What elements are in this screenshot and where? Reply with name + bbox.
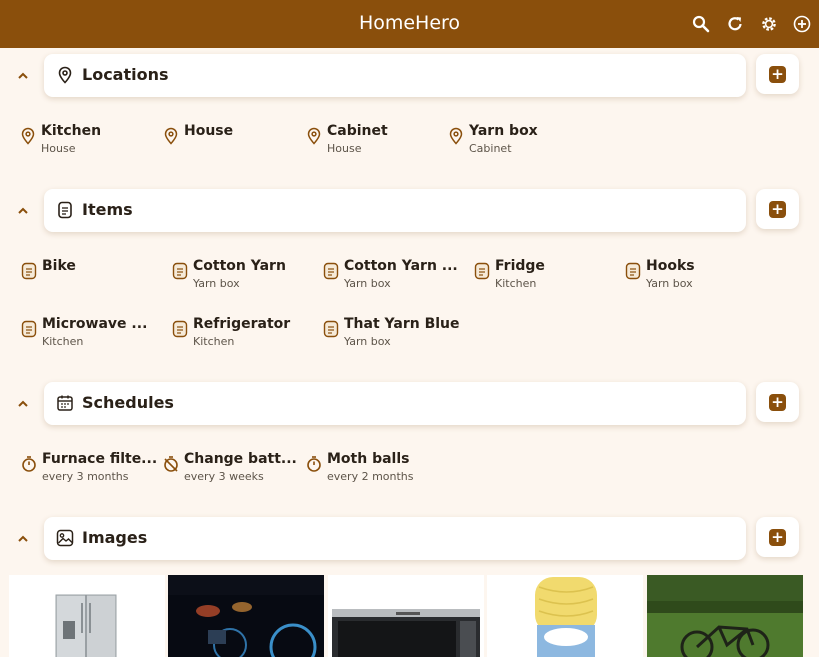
schedules-section-header: Schedules + [0, 382, 819, 426]
timer-icon [21, 455, 37, 473]
add-schedule-button[interactable]: + [756, 382, 799, 422]
entry-name: Fridge [495, 258, 545, 274]
entry-parent: Yarn box [193, 277, 240, 290]
entry-parent: Kitchen [193, 335, 235, 348]
section-title: Items [82, 200, 133, 219]
entry-parent: Kitchen [495, 277, 537, 290]
schedules-header-card[interactable]: Schedules [44, 382, 746, 425]
entry-name: Furnace filte... [42, 451, 158, 467]
locations-section-header: Locations + [0, 54, 819, 98]
location-pin-icon [163, 127, 179, 145]
refrigerator-photo[interactable] [9, 575, 165, 657]
add-location-button[interactable]: + [756, 54, 799, 94]
plus-icon: + [769, 394, 786, 411]
entry-name: Yarn box [469, 123, 538, 139]
items-header-card[interactable]: Items [44, 189, 746, 232]
section-title: Schedules [82, 393, 174, 412]
location-pin-icon [20, 127, 36, 145]
entry-name: Cotton Yarn [193, 258, 286, 274]
microwave-photo[interactable] [328, 575, 484, 657]
entry-name: Change batt... [184, 451, 297, 467]
image-icon [56, 529, 74, 547]
plus-icon: + [769, 529, 786, 546]
document-icon [56, 201, 74, 219]
entry-name: Microwave ... [42, 316, 148, 332]
add-image-button[interactable]: + [756, 517, 799, 557]
app-bar: HomeHero [0, 0, 819, 48]
section-title: Images [82, 528, 148, 547]
chevron-up-icon[interactable] [15, 203, 31, 219]
document-icon [474, 262, 490, 280]
entry-parent: Kitchen [42, 335, 84, 348]
location-pin-icon [56, 66, 74, 84]
items-section-header: Items + [0, 189, 819, 233]
timer-icon [306, 455, 322, 473]
chevron-up-icon[interactable] [15, 531, 31, 547]
document-icon [172, 262, 188, 280]
entry-parent: Yarn box [344, 277, 391, 290]
search-icon[interactable] [692, 15, 710, 33]
entry-name: That Yarn Blue [344, 316, 460, 332]
entry-name: Moth balls [327, 451, 410, 467]
document-icon [21, 320, 37, 338]
section-title: Locations [82, 65, 169, 84]
entry-parent: Cabinet [469, 142, 512, 155]
entry-name: Cotton Yarn ... [344, 258, 458, 274]
entry-name: Refrigerator [193, 316, 291, 332]
add-circle-icon[interactable] [793, 15, 811, 33]
document-icon [625, 262, 641, 280]
document-icon [323, 320, 339, 338]
add-item-button[interactable]: + [756, 189, 799, 229]
chevron-up-icon[interactable] [15, 68, 31, 84]
entry-name: Cabinet [327, 123, 388, 139]
document-icon [21, 262, 37, 280]
location-pin-icon [306, 127, 322, 145]
calendar-icon [56, 394, 74, 412]
location-pin-icon [448, 127, 464, 145]
entry-interval: every 3 weeks [184, 470, 264, 483]
yarn-ball-photo[interactable] [487, 575, 643, 657]
entry-name: Bike [42, 258, 76, 274]
entry-parent: House [41, 142, 76, 155]
timer-off-icon [163, 455, 179, 473]
images-header-card[interactable]: Images [44, 517, 746, 560]
chevron-up-icon[interactable] [15, 396, 31, 412]
entry-interval: every 3 months [42, 470, 129, 483]
entry-name: Hooks [646, 258, 695, 274]
bicycle-photo[interactable] [647, 575, 803, 657]
refresh-icon[interactable] [726, 15, 744, 33]
document-icon [172, 320, 188, 338]
document-icon [323, 262, 339, 280]
car-dashboard-photo[interactable] [168, 575, 324, 657]
entry-name: House [184, 123, 234, 139]
plus-icon: + [769, 201, 786, 218]
settings-icon[interactable] [760, 15, 778, 33]
entry-parent: House [327, 142, 362, 155]
entry-interval: every 2 months [327, 470, 414, 483]
locations-header-card[interactable]: Locations [44, 54, 746, 97]
plus-icon: + [769, 66, 786, 83]
entry-parent: Yarn box [344, 335, 391, 348]
images-section-header: Images + [0, 517, 819, 561]
entry-name: Kitchen [41, 123, 102, 139]
entry-parent: Yarn box [646, 277, 693, 290]
